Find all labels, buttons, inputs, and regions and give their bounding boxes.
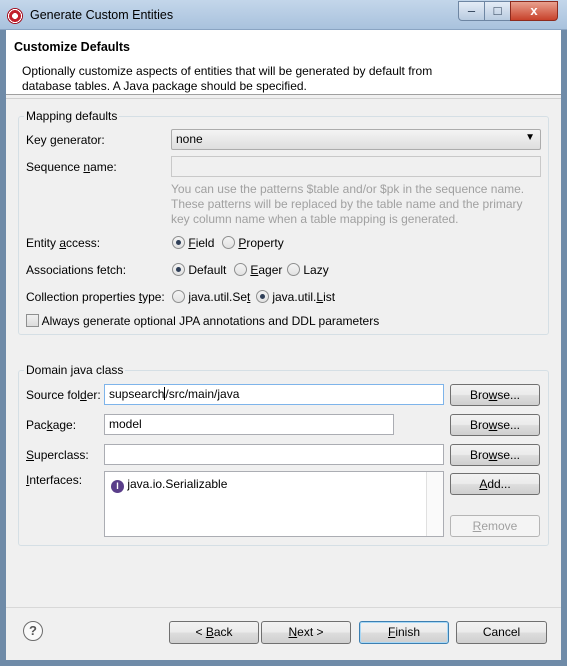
- add-interface-button[interactable]: Add...: [450, 473, 540, 495]
- package-label: Package:: [26, 418, 77, 432]
- superclass-input[interactable]: [104, 444, 444, 465]
- superclass-label: Superclass:: [26, 448, 89, 462]
- associations-fetch-label: Associations fetch:: [26, 263, 127, 277]
- radio-icon: [287, 263, 300, 276]
- window-title: Generate Custom Entities: [30, 8, 174, 22]
- checkbox-icon: [26, 314, 39, 327]
- collection-list-radio[interactable]: java.util.List: [256, 290, 335, 304]
- key-generator-label: Key generator:: [26, 133, 105, 147]
- page-description: Optionally customize aspects of entities…: [22, 64, 433, 93]
- page-title: Customize Defaults: [14, 40, 130, 54]
- collection-type-label: Collection properties type:: [26, 290, 165, 304]
- radio-selected-icon: [172, 263, 185, 276]
- package-input[interactable]: model: [104, 414, 394, 435]
- radio-icon: [222, 236, 235, 249]
- fetch-default-radio[interactable]: Default: [172, 263, 226, 277]
- footer-divider: [6, 607, 561, 608]
- radio-icon: [172, 290, 185, 303]
- radio-selected-icon: [256, 290, 269, 303]
- radio-icon: [234, 263, 247, 276]
- fetch-eager-radio[interactable]: Eager: [234, 263, 282, 277]
- remove-interface-button[interactable]: Remove: [450, 515, 540, 537]
- list-item[interactable]: I java.io.Serializable: [111, 477, 227, 493]
- key-generator-value: none: [176, 132, 203, 146]
- fetch-lazy-radio[interactable]: Lazy: [287, 263, 329, 277]
- source-folder-browse-button[interactable]: Browse...: [450, 384, 540, 406]
- domain-class-title: Domain java class: [24, 363, 126, 377]
- access-field-radio[interactable]: Field: [172, 236, 214, 250]
- radio-selected-icon: [172, 236, 185, 249]
- sequence-name-hint: You can use the patterns $table and/or $…: [171, 182, 525, 226]
- key-generator-combo[interactable]: none ▼: [171, 129, 541, 150]
- source-folder-input[interactable]: supsearch/src/main/java: [104, 384, 444, 405]
- close-button[interactable]: x: [510, 1, 558, 21]
- chevron-down-icon: ▼: [525, 132, 535, 143]
- superclass-browse-button[interactable]: Browse...: [450, 444, 540, 466]
- interfaces-scrollbar[interactable]: [426, 472, 443, 536]
- package-browse-button[interactable]: Browse...: [450, 414, 540, 436]
- cancel-button[interactable]: Cancel: [456, 621, 547, 644]
- mapping-defaults-title: Mapping defaults: [24, 109, 120, 123]
- header-divider: [6, 98, 561, 99]
- access-property-radio[interactable]: Property: [222, 236, 284, 250]
- help-icon[interactable]: ?: [23, 621, 43, 641]
- entity-access-label: Entity access:: [26, 236, 101, 250]
- finish-button[interactable]: Finish: [359, 621, 449, 644]
- minimize-button[interactable]: –: [458, 1, 485, 21]
- back-button[interactable]: < Back: [169, 621, 259, 644]
- interfaces-label: Interfaces:: [26, 473, 83, 487]
- interface-icon: I: [111, 480, 124, 493]
- next-button[interactable]: Next >: [261, 621, 351, 644]
- source-folder-label: Source folder:: [26, 388, 101, 402]
- eclipse-app-icon: [7, 8, 23, 24]
- maximize-button[interactable]: □: [484, 1, 511, 21]
- sequence-name-label: Sequence name:: [26, 160, 117, 174]
- always-generate-checkbox[interactable]: Always generate optional JPA annotations…: [26, 314, 379, 328]
- collection-set-radio[interactable]: java.util.Set: [172, 290, 250, 304]
- sequence-name-input[interactable]: [171, 156, 541, 177]
